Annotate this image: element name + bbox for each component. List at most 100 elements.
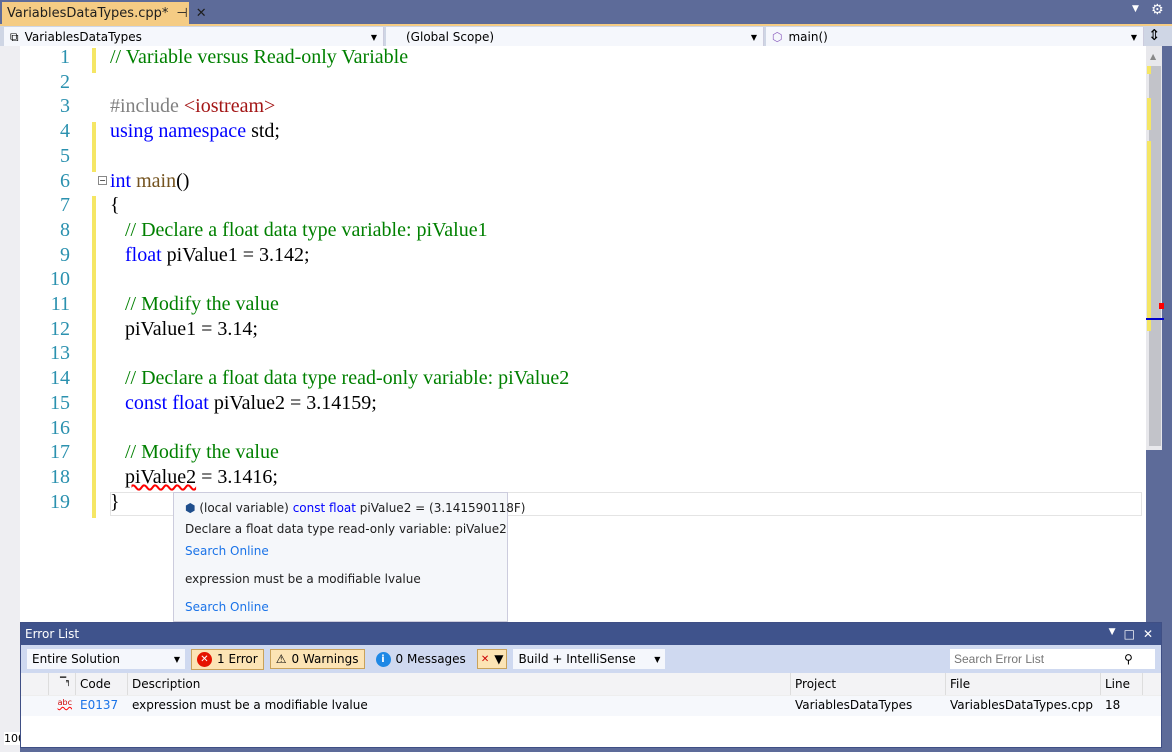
error-list-panel: Error List ▼ □ ✕ Entire Solution ▼ ✕ 1 Error… (20, 622, 1162, 748)
project-dropdown[interactable]: ⧉ VariablesDataTypes ▼ (4, 27, 384, 47)
chevron-down-icon: ▼ (173, 654, 180, 664)
error-line: 18 (1105, 698, 1121, 712)
table-row[interactable]: abc E0137 expression must be a modifiabl… (21, 696, 1161, 716)
code-line[interactable]: #include <iostream> (110, 95, 275, 118)
warnings-count: 0 Warnings (291, 652, 359, 666)
error-list-titlebar: Error List ▼ □ ✕ (21, 623, 1161, 645)
tooltip-type: const float (292, 501, 356, 515)
navigation-bar: ⧉ VariablesDataTypes ▼ (Global Scope) ▼ ⬡ ma… (0, 24, 1172, 47)
tooltip-doc: Declare a float data type read-only vari… (185, 522, 507, 536)
column-description[interactable]: Description (128, 673, 791, 695)
error-project: VariablesDataTypes (795, 698, 913, 712)
line-number: 15 (50, 391, 70, 414)
line-number: 10 (50, 268, 70, 291)
tooltip-error: expression must be a modifiable lvalue (185, 572, 421, 586)
code-line[interactable]: // Declare a float data type read-only v… (110, 367, 569, 390)
search-error-list[interactable]: ⚲ (950, 649, 1155, 669)
code-line[interactable]: // Declare a float data type variable: p… (110, 219, 488, 242)
error-file: VariablesDataTypes.cpp (950, 698, 1093, 712)
line-number: 14 (50, 367, 70, 390)
error-marker (1159, 303, 1164, 309)
change-marker (92, 418, 96, 444)
column-line[interactable]: Line (1101, 673, 1143, 695)
messages-filter-button[interactable]: i 0 Messages (371, 650, 471, 669)
warnings-filter-button[interactable]: ⚠ 0 Warnings (269, 649, 365, 669)
tab-bar: VariablesDataTypes.cpp* ⊣ ✕ ▼ ⚙ (0, 0, 1172, 24)
error-code-link[interactable]: E0137 (76, 696, 128, 716)
change-marker (92, 295, 96, 320)
search-icon[interactable]: ⚲ (1124, 652, 1133, 666)
search-online-link[interactable]: Search Online (185, 543, 269, 559)
change-marker (92, 48, 96, 73)
line-number: 3 (60, 95, 70, 118)
code-line[interactable]: const float piValue2 = 3.14159; (110, 392, 377, 415)
tooltip-signature: piValue2 = (3.141590118F) (355, 501, 526, 515)
change-marker (92, 369, 96, 395)
code-line[interactable]: // Variable versus Read-only Variable (110, 46, 408, 69)
line-number: 11 (50, 293, 70, 315)
code-line[interactable]: int main() (110, 170, 189, 193)
errors-filter-button[interactable]: ✕ 1 Error (191, 648, 264, 670)
line-number: 12 (50, 317, 70, 340)
code-line[interactable]: // Modify the value (110, 293, 279, 316)
change-marker (92, 492, 96, 518)
build-source-value: Build + IntelliSense (518, 652, 636, 666)
change-marker (92, 393, 96, 419)
chevron-down-icon[interactable]: ▼ (1109, 627, 1116, 641)
change-marker (92, 344, 96, 370)
scope-dropdown[interactable]: Entire Solution ▼ (27, 649, 185, 669)
sort-icon[interactable]: ▔╕ (49, 673, 76, 695)
column-code[interactable]: Code (76, 673, 128, 695)
code-line[interactable]: { (110, 194, 120, 217)
search-online-link[interactable]: Search Online (185, 599, 269, 615)
line-number: 13 (50, 342, 70, 365)
scope-value: Entire Solution (32, 652, 120, 666)
code-line[interactable]: // Modify the value (110, 441, 279, 464)
column-file[interactable]: File (946, 673, 1101, 695)
line-number: 17 (50, 441, 70, 464)
change-marker (92, 319, 96, 345)
change-marker (92, 467, 96, 493)
scope-dropdown[interactable]: (Global Scope) ▼ (386, 27, 764, 47)
change-marker (92, 245, 96, 271)
member-dropdown[interactable]: ⬡ main() ▼ (766, 27, 1144, 47)
code-line[interactable]: using namespace std; (110, 120, 280, 143)
close-icon[interactable]: ✕ (196, 6, 207, 21)
maximize-icon[interactable]: □ (1124, 627, 1135, 641)
error-description: expression must be a modifiable lvalue (132, 698, 368, 712)
pin-icon[interactable]: ⊣ (176, 6, 187, 21)
line-number: 5 (60, 144, 70, 167)
project-label: VariablesDataTypes (24, 30, 142, 44)
change-marker (92, 122, 96, 148)
code-line[interactable]: float piValue1 = 3.142; (110, 244, 310, 267)
column-project[interactable]: Project (791, 673, 946, 695)
build-source-dropdown[interactable]: Build + IntelliSense ▼ (513, 649, 666, 669)
info-icon: i (375, 651, 391, 667)
code-line[interactable]: piValue2 = 3.1416; (110, 466, 278, 489)
line-number: 8 (60, 218, 70, 241)
change-marker (92, 146, 96, 172)
collapse-icon[interactable]: − (98, 176, 107, 185)
change-marker (92, 196, 96, 222)
line-number: 9 (60, 243, 70, 266)
filter-icon[interactable]: ✕ ▼ (476, 649, 508, 669)
warning-icon: ⚠ (275, 652, 287, 666)
editor-margin (0, 46, 20, 752)
code-line[interactable]: piValue1 = 3.14; (110, 318, 258, 341)
chevron-down-icon: ▼ (1130, 32, 1137, 42)
tab-variablesdatatypes[interactable]: VariablesDataTypes.cpp* ⊣ ✕ (2, 2, 207, 24)
vertical-scrollbar[interactable]: ▲ (1146, 46, 1164, 450)
errors-count: 1 Error (217, 652, 258, 666)
tooltip-prefix: (local variable) (199, 501, 293, 515)
line-number: 6 (60, 169, 70, 192)
chevron-down-icon[interactable]: ▼ (1132, 4, 1139, 14)
split-icon[interactable]: ⇕ (1148, 26, 1161, 44)
close-icon[interactable]: ✕ (1143, 627, 1153, 641)
spacer (21, 673, 49, 695)
error-icon: ✕ (197, 651, 212, 667)
change-marker (92, 443, 96, 469)
chevron-down-icon: ▼ (750, 32, 757, 42)
search-input[interactable] (954, 652, 1124, 666)
zoom-level[interactable]: 100% (4, 732, 20, 745)
gear-icon[interactable]: ⚙ (1151, 2, 1164, 18)
